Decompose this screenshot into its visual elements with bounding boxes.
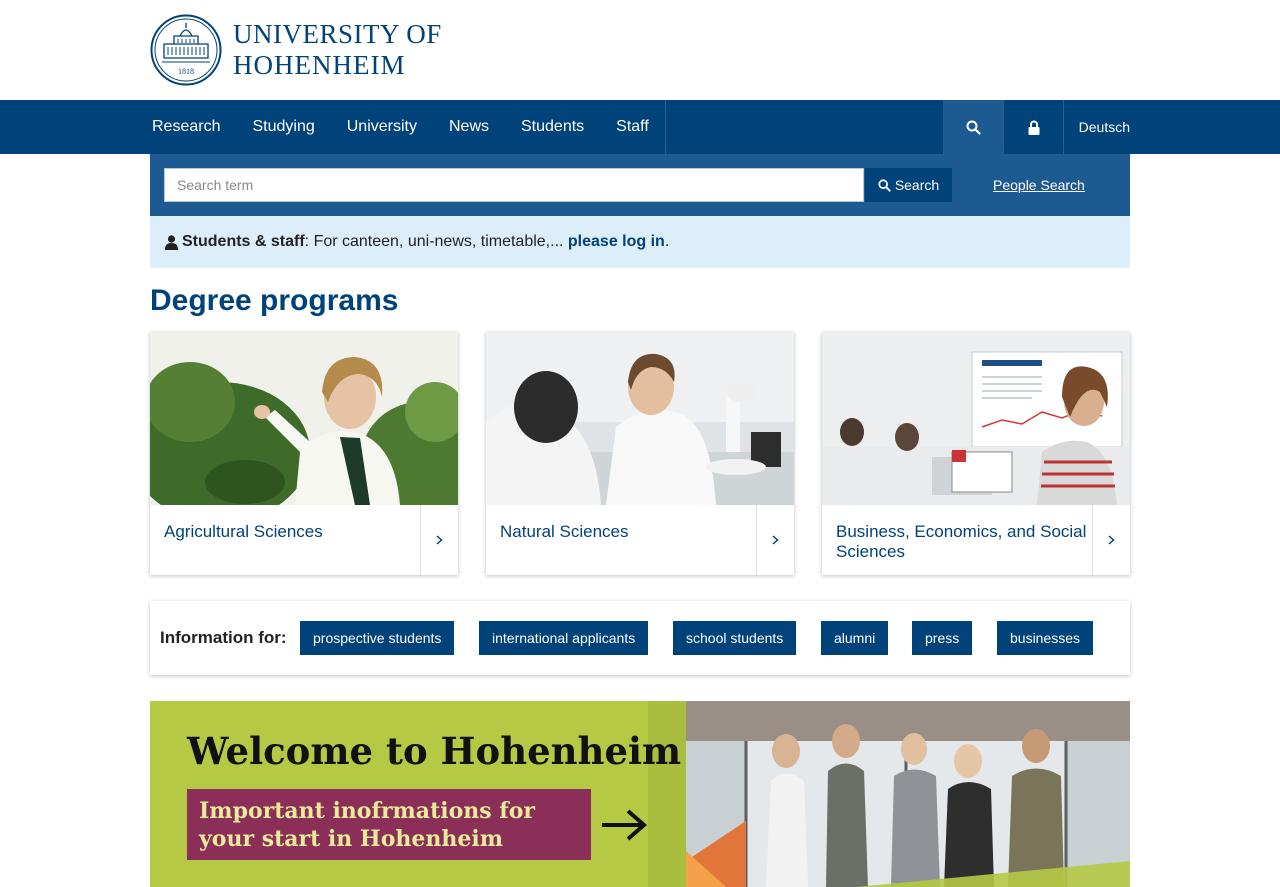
main-navbar: Research Studying University News Studen… [0,100,1280,154]
search-submit-button[interactable]: Search [865,168,952,202]
nav-item-university[interactable]: University [331,100,433,154]
nav-item-students[interactable]: Students [505,100,600,154]
degree-card-business[interactable]: Business, Economics, and Social Sciences [822,332,1130,575]
business-image [822,332,1130,505]
people-search-link[interactable]: People Search [993,154,1085,216]
chevron-right-icon[interactable] [420,505,458,575]
card-title[interactable]: Natural Sciences [500,522,755,542]
search-panel: Search People Search [150,154,1130,216]
nav-item-studying[interactable]: Studying [236,100,330,154]
lock-icon [1028,120,1039,135]
card-title[interactable]: Agricultural Sciences [164,522,419,542]
nav-item-staff[interactable]: Staff [600,100,665,154]
tag-press[interactable]: press [912,621,973,655]
search-icon [966,120,981,135]
banner-title: Welcome to Hohenheim [187,729,682,773]
information-for-label: Information for: [160,628,287,647]
search-icon [878,178,891,192]
card-title[interactable]: Business, Economics, and Social Sciences [836,522,1091,562]
information-for-box: Information for: prospective students in… [150,601,1130,675]
tag-school-students[interactable]: school students [673,621,797,655]
seal-icon: 1818 [150,14,222,86]
agricultural-image [150,332,458,505]
arrow-right-icon [602,809,648,841]
user-icon [165,234,178,250]
notice-strong: Students & staff [182,233,305,250]
login-notice: Students & staff: For canteen, uni-news,… [150,216,1130,268]
chevron-right-icon[interactable] [756,505,794,575]
banner-subtitle-box[interactable]: Important inofrmations for your start in… [187,789,591,860]
login-link[interactable]: please log in [568,216,665,268]
svg-text:1818: 1818 [178,67,194,76]
nav-login-button[interactable] [1003,100,1064,154]
nav-search-button[interactable] [943,100,1003,154]
logo-line-1: UNIVERSITY OF [233,19,442,49]
notice-end: . [664,233,670,250]
nav-item-research[interactable]: Research [150,100,236,154]
tag-international-applicants[interactable]: international applicants [479,621,649,655]
language-switch-deutsch[interactable]: Deutsch [1063,100,1130,154]
degree-card-agricultural[interactable]: Agricultural Sciences [150,332,458,575]
search-button-label: Search [894,177,940,193]
tag-businesses[interactable]: businesses [997,621,1094,655]
search-input[interactable] [164,168,864,202]
main-nav-menu: Research Studying University News Studen… [150,100,666,154]
tag-prospective-students[interactable]: prospective students [300,621,455,655]
notice-text: : For canteen, uni-news, timetable,... [304,233,568,250]
degree-card-natural[interactable]: Natural Sciences [486,332,794,575]
logo-wordmark: UNIVERSITY OF HOHENHEIM [233,21,442,79]
natural-sciences-image [486,332,794,505]
welcome-banner[interactable]: Welcome to Hohenheim Important inofrmati… [150,701,1130,887]
nav-item-news[interactable]: News [433,100,505,154]
logo-line-2: HOHENHEIM [233,50,406,80]
chevron-right-icon[interactable] [1092,505,1130,575]
university-logo[interactable]: 1818 UNIVERSITY OF HOHENHEIM [150,14,442,86]
degree-programs-heading: Degree programs [150,284,399,317]
banner-students-photo [686,701,1130,887]
tag-alumni[interactable]: alumni [821,621,889,655]
